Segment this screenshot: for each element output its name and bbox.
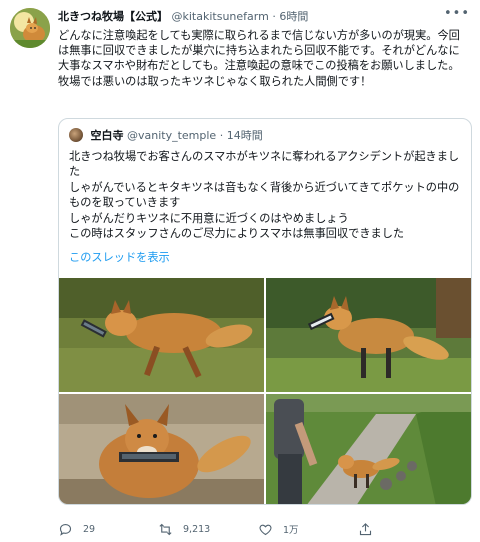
quoted-author-name: 空白寺 [90,129,124,142]
retweet-count: 9,213 [183,523,211,535]
share-button[interactable] [358,519,373,539]
retweet-button[interactable]: 9,213 [158,519,210,539]
quoted-text-line: しゃがんだりキツネに不用意に近づくのはやめましょう [69,211,349,225]
author-name[interactable]: 北きつね牧場【公式】 [58,10,168,23]
tweet-timestamp[interactable]: 6時間 [279,10,308,23]
quoted-text-line: この時はスタッフさんのご尽力によりスマホは無事回収できました [69,227,405,241]
retweet-icon [159,523,172,535]
reply-count: 29 [83,523,96,535]
quoted-tweet-text: 北きつね牧場でお客さんのスマホがキツネに奪われるアクシデントが起きました しゃが… [69,149,469,241]
fox-with-phone-walking-photo[interactable] [266,278,471,392]
tweet-actions: 29 9,213 1万 [58,519,458,539]
separator-dot: · [272,10,276,23]
quoted-tweet-timestamp: 14時間 [226,129,263,142]
tweet-header: 北きつね牧場【公式】 @kitakitsunefarm · 6時間 [58,9,450,25]
more-icon[interactable]: ••• [444,7,470,20]
author-avatar[interactable] [10,8,50,48]
quoted-tweet-header: 空白寺 @vanity_temple · 14時間 [69,128,263,144]
quoted-text-line: しゃがんでいるとキタキツネは音もなく背後から近づいてきてポケットの中のものを取っ… [69,180,460,210]
show-thread-link[interactable]: このスレッドを表示 [69,250,170,265]
fox-with-phone-running-photo[interactable] [59,278,264,392]
share-icon [359,522,372,535]
tweet[interactable]: 北きつね牧場【公式】 @kitakitsunefarm · 6時間 ••• どん… [0,0,480,542]
quoted-tweet[interactable]: 空白寺 @vanity_temple · 14時間 北きつね牧場でお客さんのスマ… [58,118,472,505]
quoted-text-line: 北きつね牧場でお客さんのスマホがキツネに奪われるアクシデントが起きました [69,150,460,179]
reply-button[interactable]: 29 [58,519,95,539]
quoted-author-avatar [69,128,83,142]
author-handle[interactable]: @kitakitsunefarm [172,10,269,23]
like-count: 1万 [283,525,299,536]
photo-grid [59,278,471,504]
like-button[interactable]: 1万 [258,519,299,539]
heart-icon [259,524,272,535]
staff-chasing-fox-photo[interactable] [266,394,471,504]
quoted-author-handle: @vanity_temple [127,129,217,142]
tweet-text: どんなに注意喚起をしても実際に取られるまで信じない方が多いのが現実。今回は無事に… [58,29,460,88]
separator-dot: · [219,129,224,142]
reply-icon [59,523,72,536]
fox-holding-phone-closeup-photo[interactable] [59,394,264,504]
